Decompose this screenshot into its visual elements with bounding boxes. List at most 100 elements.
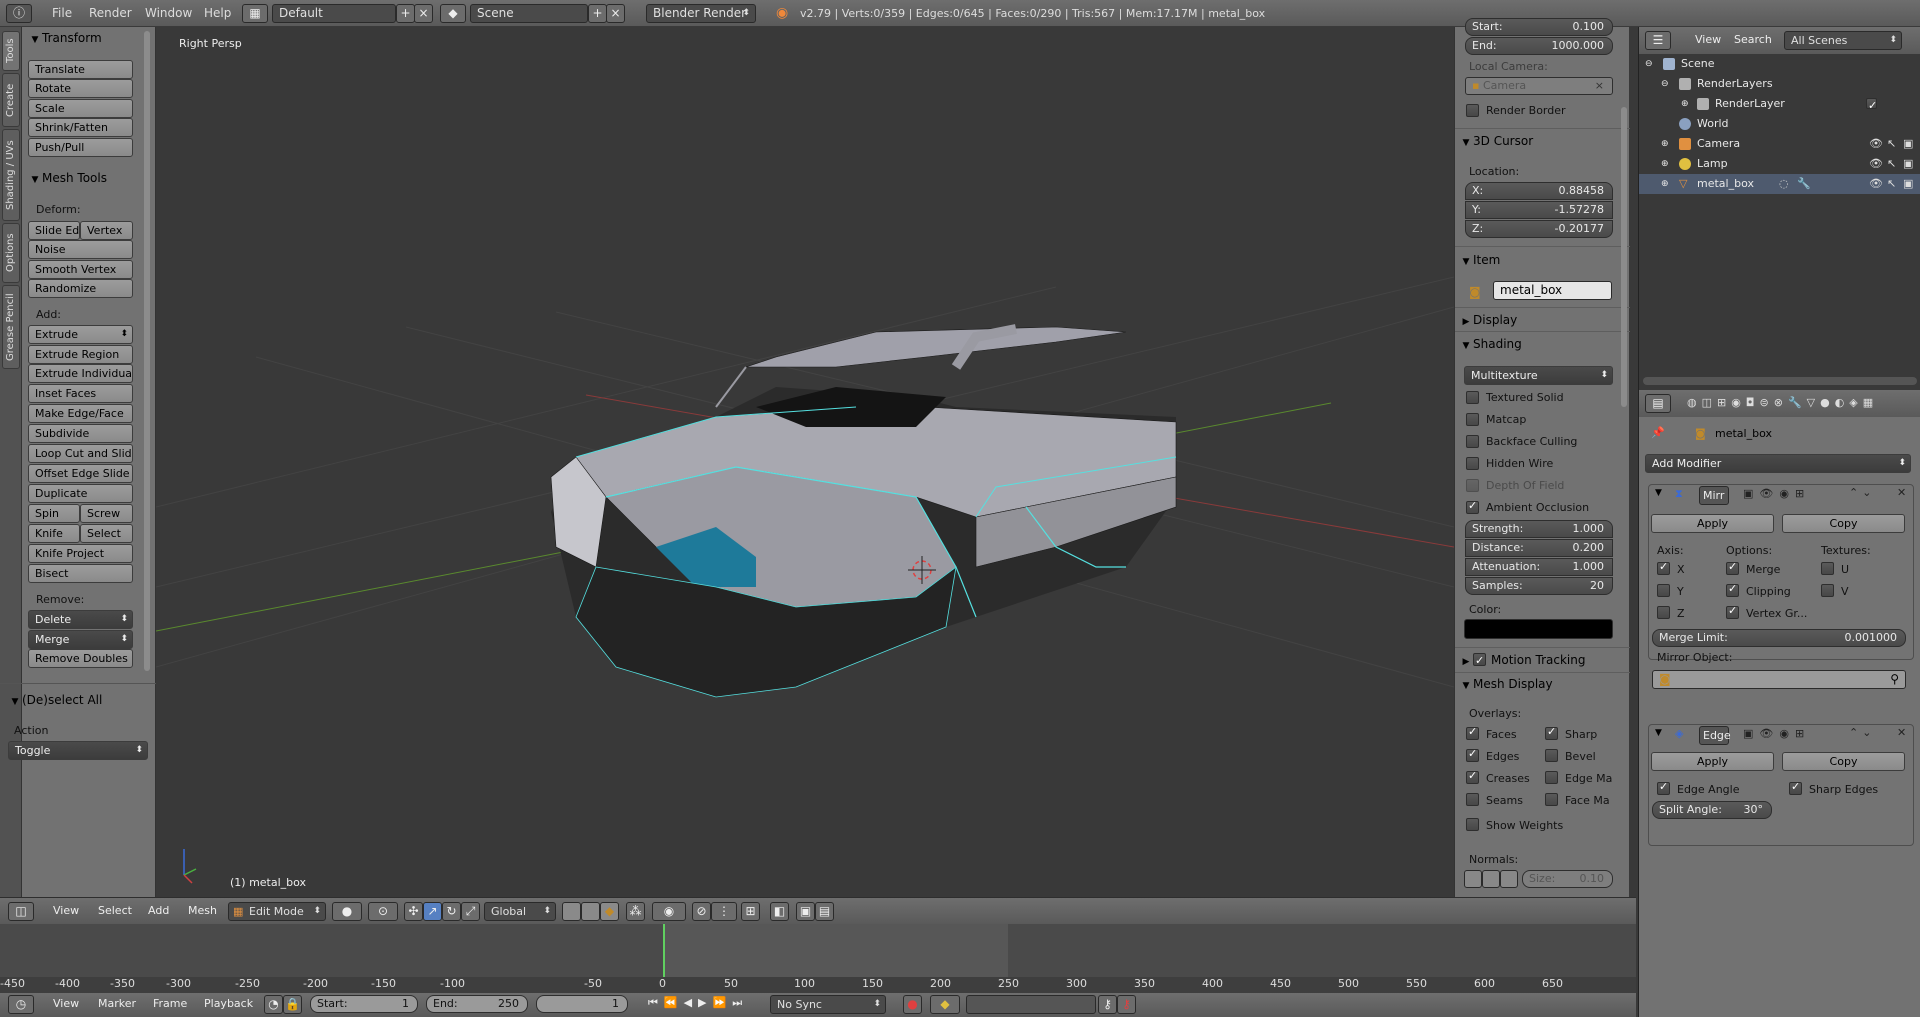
properties-editor-icon[interactable]: ▤ — [1645, 394, 1671, 413]
viewport-canvas[interactable] — [156, 27, 1454, 897]
outliner-filter-dropdown[interactable]: All Scenes ⬍ — [1784, 31, 1902, 50]
timeline-view-menu[interactable]: View — [53, 997, 79, 1010]
mesh-display-panel-header[interactable]: ▼ Mesh Display — [1459, 674, 1553, 694]
scene-icon[interactable]: ◆ — [440, 4, 466, 23]
outliner-editor-icon[interactable]: ☰ — [1645, 31, 1671, 50]
select-mode-vertex-icon[interactable]: ⁂ — [626, 902, 645, 921]
slide-edge-button[interactable]: Slide Ed — [28, 221, 80, 240]
merge-dropdown[interactable]: Merge ⬍ — [28, 630, 133, 649]
translate-manipulator-icon[interactable]: ↗ — [423, 902, 442, 921]
proportional-editing-icon[interactable]: ◉ — [652, 902, 686, 921]
mesh-tools-panel-header[interactable]: ▼ Mesh Tools — [28, 168, 107, 188]
mirror-object-field[interactable]: ◙ ⚲ — [1652, 670, 1906, 689]
bisect-button[interactable]: Bisect — [28, 564, 133, 583]
insert-keyframe-icon[interactable]: ⚷ — [1098, 995, 1117, 1014]
split-angle-field[interactable]: Split Angle: 30° — [1652, 801, 1772, 819]
edge-marks-checkbox[interactable] — [1545, 771, 1558, 784]
outliner-row-lamp[interactable]: ⊕ Lamp 👁 ↖ ▣ — [1639, 154, 1920, 174]
view-menu[interactable]: View — [53, 904, 79, 917]
layout-field[interactable]: Default — [272, 4, 396, 23]
record-keyframe-icon[interactable]: ● — [903, 995, 922, 1014]
timeline-editor-icon[interactable]: ◷ — [8, 995, 34, 1014]
smooth-vertex-button[interactable]: Smooth Vertex — [28, 260, 133, 279]
spin-button[interactable]: Spin — [28, 504, 80, 523]
sharp-edges-checkbox[interactable] — [1789, 780, 1802, 795]
motion-tracking-panel-header[interactable]: ▶ Motion Tracking — [1459, 650, 1586, 671]
mirror-apply-button[interactable]: Apply — [1651, 514, 1774, 533]
tab-options[interactable]: Options — [2, 223, 20, 283]
collapse-arrow-icon[interactable]: ▼ — [1655, 488, 1662, 498]
opengl-render-icon[interactable]: ▣ — [796, 902, 815, 921]
extrude-dropdown[interactable]: Extrude ⬍ — [28, 325, 133, 344]
tab-grease-pencil[interactable]: Grease Pencil — [2, 285, 20, 369]
renderable-camera-icon[interactable]: ▣ — [1903, 174, 1913, 194]
knife-project-button[interactable]: Knife Project — [28, 544, 133, 563]
normal-size-field[interactable]: Size: 0.10 — [1522, 870, 1613, 888]
render-engine-dropdown[interactable]: Blender Render ⬍ — [646, 4, 756, 23]
edge-apply-button[interactable]: Apply — [1651, 752, 1774, 771]
textured-solid-checkbox[interactable] — [1466, 391, 1479, 404]
ao-attenuation-field[interactable]: Attenuation: 1.000 — [1465, 558, 1613, 576]
close-layout-icon[interactable]: × — [414, 4, 433, 23]
creases-checkbox[interactable] — [1466, 769, 1479, 784]
start-frame-field[interactable]: Start: 1 — [310, 995, 418, 1013]
car-mesh[interactable] — [550, 324, 1177, 698]
edge-split-modifier-name-field[interactable]: Edge — [1699, 726, 1731, 745]
loop-normals-icon[interactable] — [1482, 870, 1500, 888]
axis-x-checkbox[interactable] — [1657, 560, 1670, 575]
ao-color-swatch[interactable] — [1464, 619, 1613, 639]
marker-menu[interactable]: Marker — [98, 997, 136, 1010]
add-modifier-dropdown[interactable]: Add Modifier ⬍ — [1645, 454, 1911, 473]
cursor-y-field[interactable]: Y: -1.57278 — [1465, 201, 1613, 219]
inset-faces-button[interactable]: Inset Faces — [28, 384, 133, 403]
outliner-scrollbar[interactable] — [1643, 377, 1917, 385]
move-up-down-icons[interactable]: ⌃⌄ — [1849, 726, 1875, 739]
show-weights-checkbox[interactable] — [1466, 818, 1479, 831]
manipulator-toggle-icon[interactable]: ✣ — [404, 902, 423, 921]
texture-u-checkbox[interactable] — [1821, 562, 1834, 575]
current-frame-marker[interactable] — [663, 924, 665, 977]
context-tabs-icons[interactable]: ◍◫⊞◉◘⊜⊗🔧▽●◐◈▦ — [1687, 396, 1878, 409]
ambient-occlusion-checkbox[interactable] — [1466, 499, 1479, 514]
clip-end-field[interactable]: End: 1000.000 — [1465, 37, 1613, 55]
layer-buttons-icon[interactable] — [562, 902, 581, 921]
edge-angle-checkbox[interactable] — [1657, 780, 1670, 795]
delete-dropdown[interactable]: Delete ⬍ — [28, 610, 133, 629]
local-camera-field[interactable]: ▪ Camera × — [1465, 77, 1613, 95]
remove-modifier-icon[interactable]: ✕ — [1897, 726, 1906, 739]
add-menu[interactable]: Add — [148, 904, 169, 917]
remove-doubles-button[interactable]: Remove Doubles — [28, 649, 133, 668]
pivot-point-icon[interactable]: ⊙ — [368, 902, 398, 921]
outliner-row-renderlayer[interactable]: ⊕ RenderLayer — [1639, 94, 1920, 116]
shading-panel-header[interactable]: ▼ Shading — [1459, 334, 1522, 354]
extrude-individual-button[interactable]: Extrude Individual — [28, 364, 133, 383]
push-pull-button[interactable]: Push/Pull — [28, 138, 133, 157]
close-scene-icon[interactable]: × — [606, 4, 625, 23]
properties-scrollbar[interactable] — [1621, 107, 1627, 407]
keying-set-field[interactable] — [966, 995, 1096, 1014]
3d-cursor-panel-header[interactable]: ▼ 3D Cursor — [1459, 131, 1534, 151]
snap-element-icon[interactable]: ⋮ — [711, 902, 737, 921]
sync-mode-dropdown[interactable]: No Sync ⬍ — [770, 995, 886, 1014]
axis-y-checkbox[interactable] — [1657, 584, 1670, 597]
visibility-eye-icon[interactable]: 👁 — [1869, 174, 1883, 194]
action-dropdown[interactable]: Toggle ⬍ — [8, 741, 148, 760]
noise-button[interactable]: Noise — [28, 240, 133, 259]
selectable-cursor-icon[interactable]: ↖ — [1887, 134, 1896, 154]
tab-tools[interactable]: Tools — [2, 31, 20, 71]
shrink-fatten-button[interactable]: Shrink/Fatten — [28, 118, 133, 137]
move-up-down-icons[interactable]: ⌃⌄ — [1849, 486, 1875, 499]
depth-of-field-checkbox[interactable] — [1466, 479, 1479, 492]
randomize-button[interactable]: Randomize — [28, 279, 133, 298]
transform-panel-header[interactable]: ▼ Transform — [28, 28, 102, 48]
3d-viewport[interactable]: Right Persp (1) metal_box — [156, 27, 1454, 897]
vertex-normals-icon[interactable] — [1464, 870, 1482, 888]
snap-target-icon[interactable]: ⊞ — [741, 902, 760, 921]
backface-culling-checkbox[interactable] — [1466, 435, 1479, 448]
knife-select-button[interactable]: Select — [80, 524, 133, 543]
sharp-checkbox[interactable] — [1545, 725, 1558, 740]
make-edge-face-button[interactable]: Make Edge/Face — [28, 404, 133, 423]
scale-button[interactable]: Scale — [28, 99, 133, 118]
snap-toggle-icon[interactable]: ⊘ — [692, 902, 711, 921]
outliner-row-scene[interactable]: ⊖ Scene — [1639, 54, 1920, 74]
